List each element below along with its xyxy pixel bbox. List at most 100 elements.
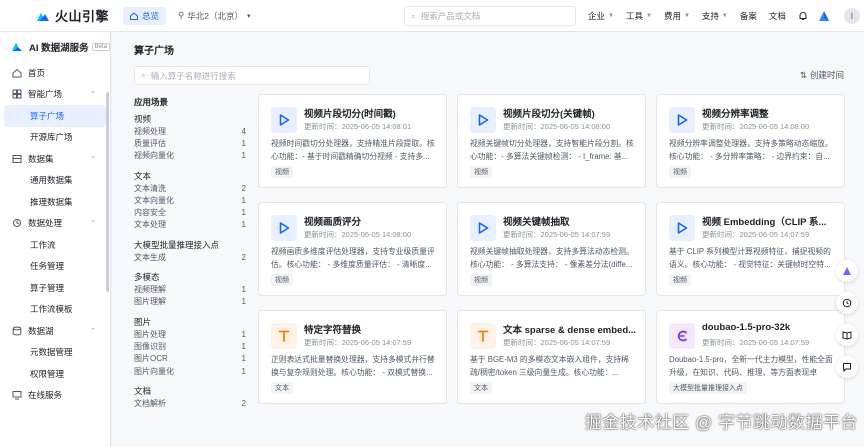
sidebar-item-label: 任务管理 <box>30 261 65 272</box>
avatar[interactable]: I <box>843 8 860 24</box>
sidebar-item-2[interactable]: 算子广场 <box>4 105 106 127</box>
operator-card[interactable]: doubao-1.5-pro-32k 更新时间：2025-06-05 14:07:… <box>656 310 845 404</box>
filter-group-title[interactable]: 大模型批量推理接入点 <box>134 239 246 251</box>
sidebar-item-12[interactable]: 数据湖 ⌃ <box>0 320 110 342</box>
filter-option-label: 图片向量化 <box>134 366 174 376</box>
assistant-float-button[interactable] <box>836 260 858 282</box>
nav-support-label: 支持 <box>701 11 719 21</box>
filter-option-count: 1 <box>241 341 246 351</box>
operator-card[interactable]: 视频分辨率调整 更新时间：2025-06-05 14:08:00 视频分辨率调整处理… <box>656 94 845 188</box>
filter-option[interactable]: 质量评估 1 <box>134 137 246 149</box>
sidebar-item-10[interactable]: 算子管理 <box>0 277 110 299</box>
sidebar-item-4[interactable]: 数据集 ⌃ <box>0 148 110 170</box>
filter-option[interactable]: 文本向量化 1 <box>134 194 246 206</box>
operator-card[interactable]: 文本 sparse & dense embed... 更新时间：2025-06-0… <box>457 310 646 404</box>
operator-icon <box>470 107 496 133</box>
chevron-down-icon: ▾ <box>247 12 251 20</box>
text-icon <box>278 330 290 342</box>
region-label: 华北2（北京） <box>187 10 243 21</box>
nav-billing-label: 费用 <box>663 11 681 21</box>
bell-icon[interactable] <box>798 11 808 21</box>
filter-option[interactable]: 视频理解 1 <box>134 283 246 295</box>
sidebar-item-1[interactable]: 智能广场 ⌃ <box>0 84 110 106</box>
sidebar-item-label: 数据处理 <box>28 218 63 229</box>
home-label: 总览 <box>142 10 160 21</box>
region-selector[interactable]: ⚲ 华北2（北京） ▾ <box>178 10 250 22</box>
operator-icon <box>271 323 297 349</box>
filter-option[interactable]: 图片OCR 1 <box>134 353 246 365</box>
play-icon <box>279 222 290 234</box>
sidebar-item-5[interactable]: 通用数据集 <box>0 170 110 192</box>
filter-option[interactable]: 文本处理 1 <box>134 219 246 231</box>
operator-card[interactable]: 视频关键帧抽取 更新时间：2025-06-05 14:07:59 视频关键帧抽取处理… <box>457 202 646 296</box>
service-icon <box>12 391 22 400</box>
nav-tools[interactable]: 工具 ▼ <box>626 10 652 22</box>
nav-enterprise-label: 企业 <box>588 11 606 21</box>
operator-title: 视频片段切分(关键帧) <box>503 109 595 120</box>
home-button[interactable]: 总览 <box>123 6 167 25</box>
sidebar-item-label: 元数据管理 <box>30 347 73 358</box>
filter-option[interactable]: 图片处理 1 <box>134 328 246 340</box>
nav-docs[interactable]: 文档 <box>769 10 786 22</box>
filter-option[interactable]: 内容安全 1 <box>134 206 246 218</box>
sidebar-item-9[interactable]: 任务管理 <box>0 256 110 278</box>
feedback-icon <box>843 363 851 372</box>
sidebar-item-14[interactable]: 权限管理 <box>0 363 110 385</box>
sidebar-item-6[interactable]: 推理数据集 <box>0 191 110 213</box>
filter-option[interactable]: 文本生成 2 <box>134 251 246 263</box>
filter-option-count: 1 <box>241 285 246 295</box>
operator-description: 正则表达式批量替换处理器，支持多模式并行替换与复杂规则处理。核心功能： - 双模… <box>271 355 435 377</box>
nav-filing[interactable]: 备案 <box>740 10 757 22</box>
operator-card[interactable]: 特定字符替换 更新时间：2025-06-05 14:07:59 正则表达式批量替换处… <box>258 310 447 404</box>
sidebar-item-11[interactable]: 工作流模板 <box>0 299 110 321</box>
home-icon <box>12 68 22 78</box>
operator-icon <box>669 107 695 133</box>
search-icon: ⌕ <box>411 10 416 21</box>
operator-card[interactable]: 视频片段切分(关键帧) 更新时间：2025-06-05 14:08:00 视频关键帧… <box>457 94 646 188</box>
sidebar-item-8[interactable]: 工作流 <box>0 234 110 256</box>
operator-updated-time: 更新时间：2025-06-05 14:08:00 <box>503 122 611 131</box>
filter-option[interactable]: 视频向量化 1 <box>134 150 246 162</box>
operator-card[interactable]: 视频 Embedding（CLIP 系... 更新时间：2025-06-05 14… <box>656 202 845 296</box>
assistant-icon <box>843 267 851 275</box>
filter-option-label: 图片处理 <box>134 329 166 339</box>
filter-group-title[interactable]: 多模态 <box>134 271 246 283</box>
global-search-input[interactable]: ⌕ 搜索产品或文档 <box>404 6 576 26</box>
operator-title: 视频 Embedding（CLIP 系... <box>702 217 827 228</box>
nav-support[interactable]: 支持 ▼ <box>702 10 728 22</box>
docs-float-button[interactable] <box>836 324 858 346</box>
sidebar-item-7[interactable]: 数据处理 ⌃ <box>0 213 110 235</box>
filter-group-title[interactable]: 图片 <box>134 316 246 328</box>
filter-option[interactable]: 图片理解 1 <box>134 296 246 308</box>
assistant-icon[interactable] <box>818 10 830 22</box>
sidebar-item-0[interactable]: 首页 <box>0 62 110 84</box>
operator-icon <box>470 215 496 241</box>
operator-card[interactable]: 视频画质评分 更新时间：2025-06-05 14:08:00 视频画质多维度评估处… <box>258 202 447 296</box>
nav-enterprise[interactable]: 企业 ▼ <box>588 10 614 22</box>
sidebar-item-label: 智能广场 <box>28 89 63 100</box>
filter-option[interactable]: 图片向量化 1 <box>134 365 246 377</box>
feedback-float-button[interactable] <box>836 356 858 378</box>
operator-card[interactable]: 视频片段切分(时间戳) 更新时间：2025-06-05 14:08:01 视频时间戳… <box>258 94 447 188</box>
filter-group-title[interactable]: 视频 <box>134 113 246 125</box>
sidebar-scrollbar[interactable] <box>106 92 109 292</box>
operator-updated-time: 更新时间：2025-06-05 14:07:59 <box>702 230 810 239</box>
filter-option[interactable]: 视频处理 4 <box>134 125 246 137</box>
brand-logo[interactable]: 火山引擎 <box>36 6 109 25</box>
history-float-button[interactable] <box>836 292 858 314</box>
page-title: 算子广场 <box>134 46 174 57</box>
filter-option[interactable]: 文本清洗 2 <box>134 182 246 194</box>
nav-billing[interactable]: 费用 ▼ <box>664 10 690 22</box>
sidebar-item-13[interactable]: 元数据管理 <box>0 342 110 364</box>
filter-option[interactable]: 文档解析 2 <box>134 397 246 409</box>
filter-group-title[interactable]: 文本 <box>134 170 246 182</box>
sidebar-item-15[interactable]: 在线服务 <box>0 385 110 407</box>
chevron-up-icon: ⌃ <box>90 220 96 228</box>
filter-option[interactable]: 图像识别 1 <box>134 340 246 352</box>
filter-option-label: 内容安全 <box>134 208 166 218</box>
filter-group-title[interactable]: 文档 <box>134 385 246 397</box>
sidebar-item-3[interactable]: 开源库广场 <box>0 127 110 149</box>
operator-search-input[interactable]: ⌕ 输入算子名称进行搜索 <box>134 66 370 85</box>
chevron-up-icon: ⌃ <box>90 155 96 163</box>
sort-dropdown[interactable]: ⇅ 创建时间 <box>800 69 844 81</box>
